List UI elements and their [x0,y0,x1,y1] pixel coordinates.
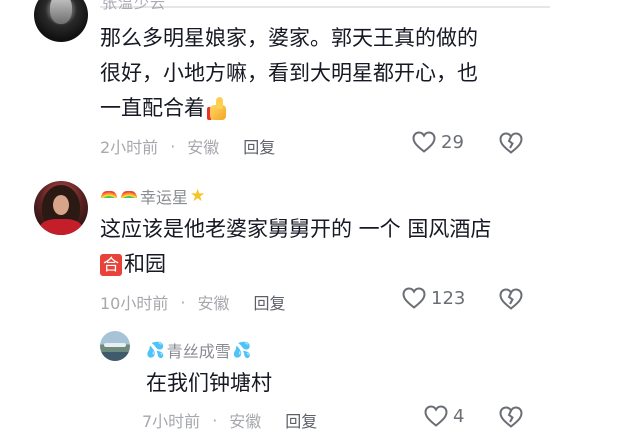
comment-2-username: 幸运星 [140,188,189,207]
comment-1-like-button[interactable]: 29 [412,131,464,153]
rainbow-icon [100,187,118,205]
comment-3-location: 安徽 [229,412,262,431]
comment-1-like-count: 29 [441,131,464,153]
comment-3-reply-button[interactable]: 回复 [285,408,317,432]
comment-2-like-count: 123 [431,287,466,309]
comment-2-text-line-2: 合 和园 [100,247,166,282]
comment-1-text-line-2: 很好，小地方嘛，看到大明星都开心，也 [100,61,478,85]
comment-2-username-row[interactable]: 幸运星 ★ [100,184,205,208]
comment-1-text-line-1: 那么多明星娘家，婆家。郭天王真的做的 [100,26,478,50]
comment-1-avatar[interactable] [34,0,88,42]
star-icon: ★ [190,185,206,206]
comment-3-meta: 7小时前 · 安徽 回复 [142,408,317,432]
sweat-drops-icon: 💦 [232,340,252,359]
comment-1-reply-button[interactable]: 回复 [243,134,275,158]
comment-1-text-line-3-label: 一直配合着 [100,96,205,120]
comment-1-username[interactable]: 张温少云 [102,0,166,13]
comment-2-time: 10小时前 [100,294,169,313]
comment-2-reply-button[interactable]: 回复 [253,290,285,314]
comment-3-avatar[interactable] [100,331,130,361]
comment-3-like-button[interactable]: 4 [424,405,464,427]
comment-3-username: 青丝成雪 [166,342,231,361]
comment-2-text-line-1: 这应该是他老婆家舅舅开的 一个 国风酒店 [100,217,492,241]
heart-outline-icon [424,405,448,427]
comment-1-location: 安徽 [187,138,220,157]
comment-2-avatar[interactable] [34,181,88,235]
heart-outline-icon [402,287,426,309]
sweat-drops-icon: 💦 [146,340,165,359]
rainbow-icon [120,187,138,205]
separator-dot: · [212,410,218,430]
comment-2-location: 安徽 [197,294,230,313]
comment-3-like-count: 4 [453,405,465,427]
comment-2-like-button[interactable]: 123 [402,287,465,309]
broken-heart-icon[interactable] [499,287,523,311]
heart-outline-icon [412,131,436,153]
comment-3-time: 7小时前 [142,412,201,431]
thumbs-up-icon [207,96,231,122]
comment-3-username-row[interactable]: 💦 青丝成雪 💦 [146,338,251,362]
separator-dot: · [170,136,176,156]
comment-1-meta: 2小时前 · 安徽 回复 [100,134,275,158]
comment-1-time: 2小时前 [100,138,159,157]
comment-2-text-line-2-label: 和园 [124,252,166,276]
separator-dot: · [180,292,186,312]
broken-heart-icon[interactable] [499,131,523,155]
he-badge-icon: 合 [100,253,122,276]
comment-1-text-line-3: 一直配合着 [100,91,231,126]
top-divider [100,6,550,8]
comment-3-text-line-1: 在我们钟塘村 [146,371,272,395]
comment-2-meta: 10小时前 · 安徽 回复 [100,290,286,314]
broken-heart-icon[interactable] [499,405,523,429]
